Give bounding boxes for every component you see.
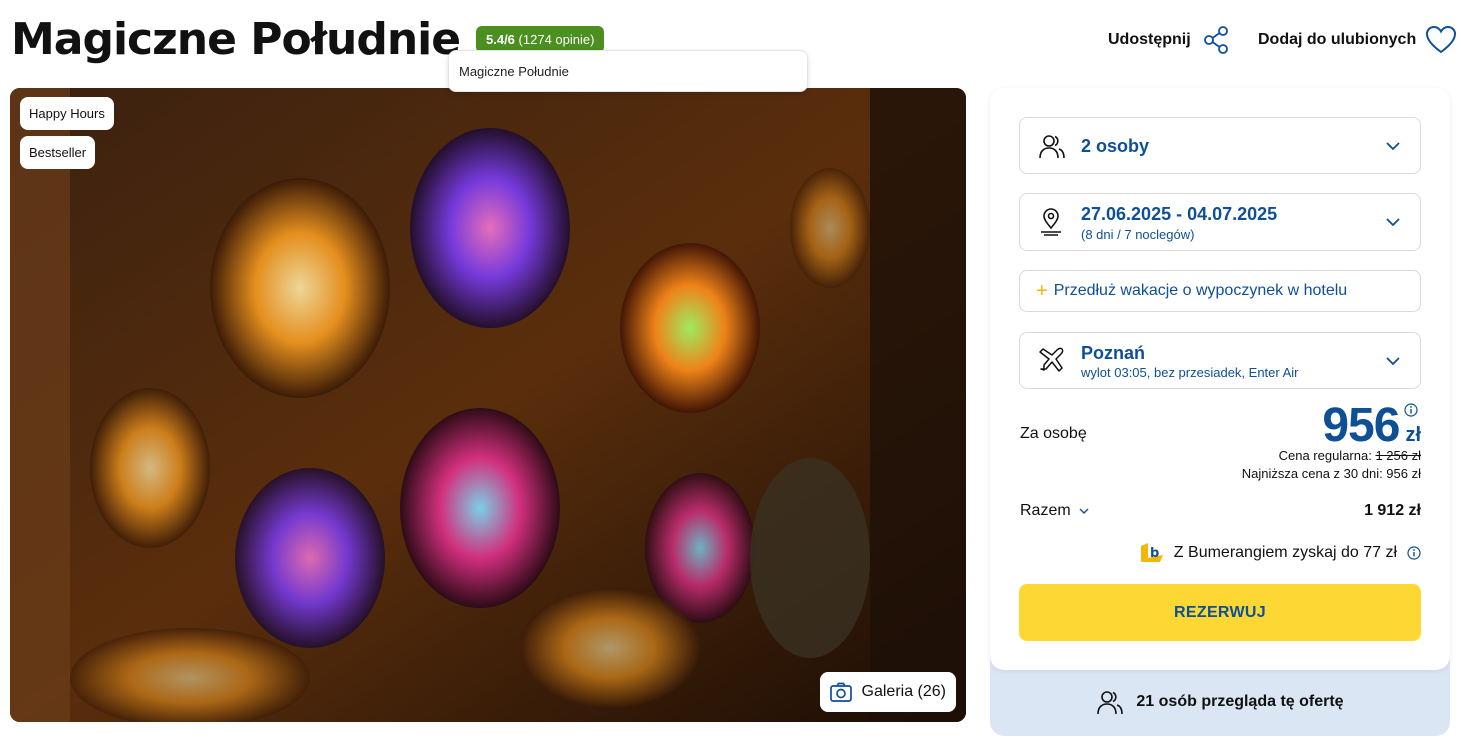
badge-happy-hours: Happy Hours (20, 97, 114, 130)
favorite-label: Dodaj do ulubionych (1258, 31, 1417, 48)
people-icon (1039, 134, 1065, 158)
chevron-down-icon (1079, 508, 1089, 514)
reserve-button[interactable]: REZERWUJ (1019, 584, 1421, 641)
share-button[interactable]: Udostępnij (1108, 26, 1229, 54)
rating-reviews: (1274 opinie) (518, 32, 595, 47)
lanterns-image (10, 88, 966, 722)
rating-badge[interactable]: 5.4/6 (1274 opinie) (476, 26, 605, 53)
regular-price: Cena regularna: 1 256 zł (1279, 448, 1421, 463)
rating-score: 5.4/6 (486, 32, 515, 47)
dates-value: 27.06.2025 - 04.07.2025 (1081, 204, 1278, 224)
price-amount: 956 (1322, 399, 1400, 452)
bumerang-text: Z Bumerangiem zyskaj do 77 zł (1173, 544, 1397, 561)
people-icon (1097, 691, 1124, 715)
regular-price-value: 1 256 zł (1375, 448, 1421, 463)
badge-bestseller: Bestseller (20, 136, 96, 169)
favorite-button[interactable]: Dodaj do ulubionych (1258, 26, 1457, 54)
plus-icon: + (1036, 280, 1048, 302)
lowest-price-30: Najniższa cena z 30 dni: 956 zł (1241, 466, 1421, 481)
page-title: Magiczne Południe (11, 14, 461, 65)
viewers-text: 21 osób przegląda tę ofertę (1136, 693, 1344, 710)
price-per-person: 956 zł (1322, 398, 1421, 453)
info-icon[interactable] (1407, 546, 1421, 560)
departure-select[interactable]: Poznań wylot 03:05, bez przesiadek, Ente… (1019, 332, 1421, 389)
total-value: 1 912 zł (1364, 502, 1421, 519)
per-person-label: Za osobę (1020, 425, 1087, 442)
dates-sub: (8 dni / 7 noclegów) (1081, 227, 1195, 242)
title-tooltip: Magiczne Południe (448, 50, 808, 92)
extend-stay-button[interactable]: + Przedłuż wakacje o wypoczynek w hotelu (1019, 270, 1421, 312)
total-label: Razem (1020, 502, 1071, 519)
departure-sub: wylot 03:05, bez przesiadek, Enter Air (1081, 365, 1299, 380)
chevron-down-icon (1386, 356, 1400, 365)
bumerang-logo-icon: b (1140, 543, 1163, 562)
hero-photo[interactable]: Happy Hours Bestseller Galeria (26) (10, 88, 966, 722)
total-toggle[interactable]: Razem (1020, 502, 1089, 520)
location-pin-icon (1041, 208, 1061, 236)
chevron-down-icon (1386, 141, 1400, 150)
svg-text:b: b (1150, 546, 1159, 561)
price-currency: zł (1405, 424, 1421, 446)
share-label: Udostępnij (1108, 31, 1191, 48)
gallery-label: Galeria (26) (861, 683, 946, 700)
camera-icon (829, 682, 852, 702)
departure-city: Poznań (1081, 343, 1146, 363)
extend-stay-label: Przedłuż wakacje o wypoczynek w hotelu (1053, 282, 1348, 299)
booking-panel: 2 osoby 27.06.2025 - 04.07.2025 (8 dni /… (990, 88, 1450, 670)
gallery-button[interactable]: Galeria (26) (819, 672, 956, 712)
viewers-info: 21 osób przegląda tę ofertę (990, 688, 1450, 716)
persons-select[interactable]: 2 osoby (1019, 117, 1421, 174)
airplane-icon (1039, 347, 1064, 372)
regular-price-label: Cena regularna: (1278, 448, 1372, 463)
bumerang-info: b Z Bumerangiem zyskaj do 77 zł (1138, 540, 1421, 566)
share-icon (1203, 26, 1228, 54)
dates-select[interactable]: 27.06.2025 - 04.07.2025 (8 dni / 7 nocle… (1019, 193, 1421, 251)
heart-icon (1426, 26, 1457, 54)
chevron-down-icon (1386, 218, 1400, 226)
persons-value: 2 osoby (1081, 136, 1150, 156)
